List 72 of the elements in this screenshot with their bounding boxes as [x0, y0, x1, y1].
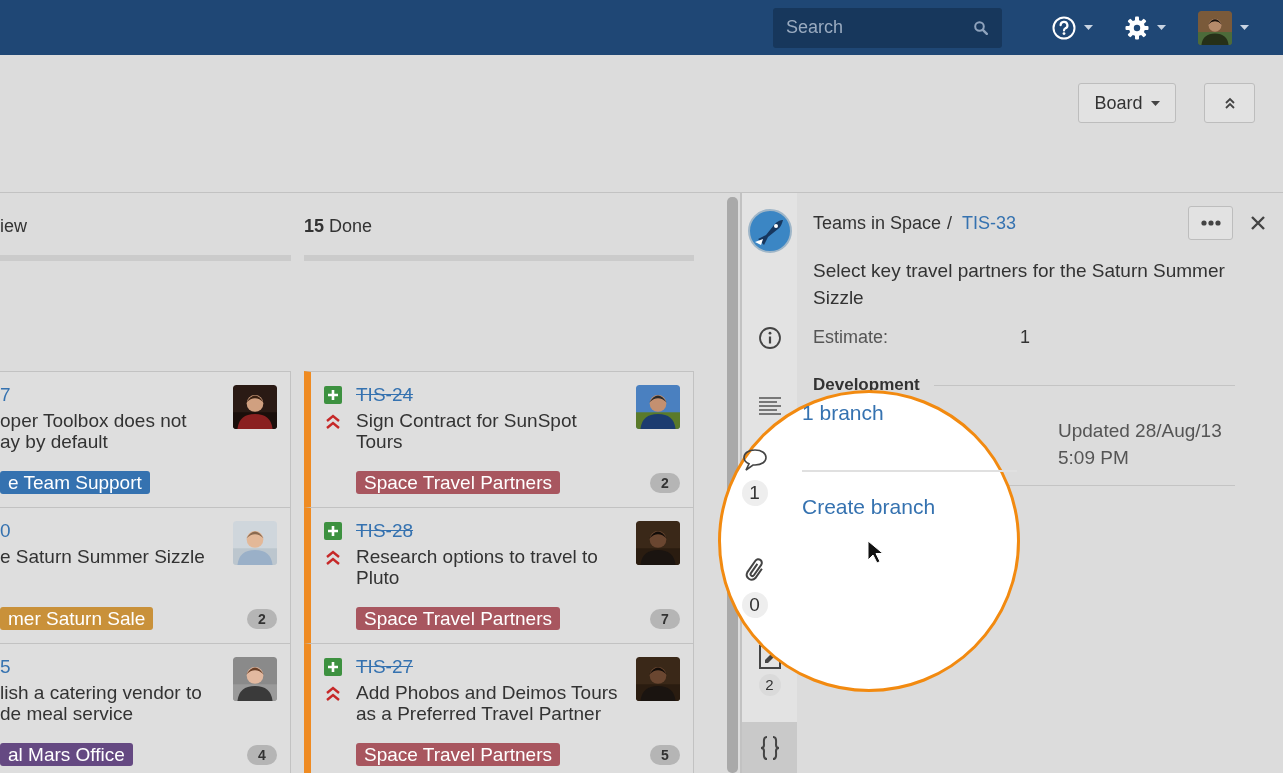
issue-card[interactable]: TIS-27 Add Phobos and Deimos Tours as a Preferred Travel Partner Space Travel Partners 5 [304, 643, 694, 773]
plus-icon [324, 522, 342, 540]
estimate-badge: 4 [247, 744, 277, 765]
side-tab[interactable] [757, 326, 782, 350]
epic-label[interactable]: al Mars Office [0, 743, 133, 766]
epic-label[interactable]: Space Travel Partners [356, 743, 560, 766]
breadcrumb-link[interactable]: Teams in Space [813, 212, 942, 234]
branches-link[interactable]: 1 branch [802, 400, 884, 426]
count-badge: 1 [741, 480, 768, 506]
estimate-badge: 7 [650, 608, 680, 629]
side-tab[interactable] [747, 209, 792, 253]
issue-summary: Add Phobos and Deimos Tours as a Preferred Travel Partner [356, 682, 619, 724]
estimate-badge: 2 [650, 472, 680, 493]
epic-label[interactable]: Space Travel Partners [356, 471, 560, 494]
double-chevron-icon [325, 414, 341, 430]
issue-key[interactable]: TIS-27 [356, 657, 414, 677]
issue-key[interactable]: 5 [0, 657, 11, 677]
search-field[interactable]: Search [773, 7, 1002, 48]
issue-summary: oper Toolbox does not ay by default [0, 410, 188, 452]
caret-icon [1150, 100, 1160, 106]
issue-key[interactable]: TIS-24 [356, 385, 414, 405]
issue-summary: Sign Contract for SunSpot Tours [356, 410, 578, 452]
side-tab[interactable] [742, 722, 797, 773]
rocket-icon [747, 209, 792, 253]
issue-summary: Research options to travel to Pluto [356, 546, 599, 588]
count-badge: 0 [741, 592, 768, 618]
updated-text: Updated 28/Aug/13 5:09 PM [1058, 419, 1223, 470]
section-heading: Development [813, 375, 920, 395]
field-label: Estimate: [813, 327, 890, 348]
issue-summary: lish a catering vendor to de meal service [0, 682, 203, 724]
column-title: 15 Done [304, 215, 374, 237]
column-title: iew [0, 215, 28, 237]
caret-icon [1084, 25, 1093, 30]
settings-icon [1125, 15, 1149, 40]
double-chevron-icon [325, 686, 341, 702]
estimate-badge: 2 [247, 608, 277, 629]
caret-icon [1157, 25, 1166, 30]
more-button[interactable] [1188, 206, 1233, 240]
plus-icon [324, 386, 342, 404]
issue-summary: e Saturn Summer Sizzle [0, 546, 206, 567]
breadcrumb-link[interactable]: TIS-33 [962, 212, 1017, 234]
collapse-icon [1223, 97, 1236, 109]
close-icon[interactable] [1251, 216, 1265, 230]
epic-label[interactable]: Space Travel Partners [356, 607, 560, 630]
issue-summary: Select key travel partners for the Saturn Summer Sizzle [813, 259, 1226, 310]
code-braces-icon [758, 734, 781, 761]
caret-icon [1240, 25, 1249, 30]
estimate-badge: 5 [650, 744, 680, 765]
ellipsis-icon [1200, 220, 1221, 226]
speech-bubble-icon[interactable] [741, 448, 768, 472]
collapse-button[interactable] [1204, 83, 1255, 123]
epic-label[interactable]: mer Saturn Sale [0, 607, 154, 630]
info-icon [757, 326, 782, 350]
issue-card[interactable]: 0 e Saturn Summer Sizzle mer Saturn Sale 2 [0, 507, 291, 644]
issue-key[interactable]: TIS-28 [356, 521, 414, 541]
text-lines-icon [757, 396, 782, 418]
epic-label[interactable]: e Team Support [0, 471, 150, 494]
double-chevron-icon [325, 550, 341, 566]
help-icon [1052, 15, 1076, 40]
plus-icon [324, 658, 342, 676]
create-branch-link[interactable]: Create branch [802, 494, 936, 520]
issue-card[interactable]: 5 lish a catering vendor to de meal service al Mars Office 4 [0, 643, 291, 773]
search-icon[interactable] [974, 20, 988, 35]
issue-card[interactable]: TIS-28 Research options to travel to Pluto Space Travel Partners 7 [304, 507, 694, 644]
count-badge: 2 [758, 674, 781, 696]
issue-card[interactable]: TIS-24 Sign Contract for SunSpot Tours Space Travel Partners 2 [304, 371, 694, 508]
issue-card[interactable]: 7 oper Toolbox does not ay by default e Team Support [0, 371, 291, 508]
issue-key[interactable]: 0 [0, 521, 11, 541]
breadcrumb-separator: / [947, 212, 953, 234]
board-button[interactable]: Board [1078, 83, 1176, 123]
issue-key[interactable]: 7 [0, 385, 11, 405]
field-value: 1 [1020, 327, 1030, 348]
